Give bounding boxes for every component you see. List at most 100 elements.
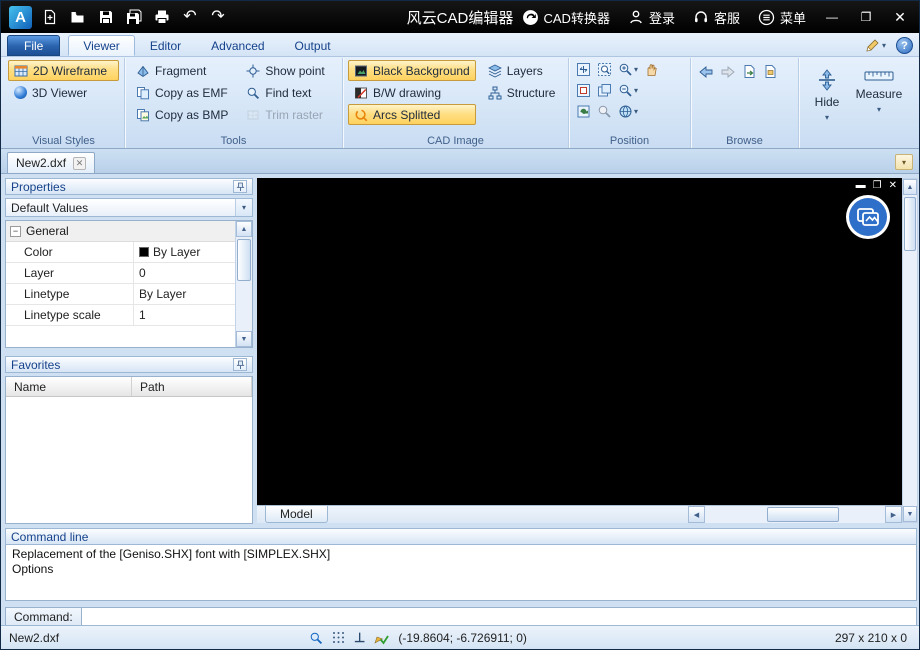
osnap-toggle-button[interactable] (374, 631, 390, 645)
scroll-right-icon[interactable]: ▶ (885, 506, 902, 523)
zoom-out-button[interactable]: ▾ (616, 81, 640, 100)
group-label-position: Position (609, 135, 650, 147)
document-tab[interactable]: New2.dxf ✕ (7, 152, 96, 173)
copy-as-bmp-button[interactable]: Copy as BMP (130, 104, 234, 125)
property-value[interactable]: 0 (134, 263, 235, 283)
copy-as-emf-button[interactable]: Copy as EMF (130, 82, 234, 103)
fragment-button[interactable]: Fragment (130, 60, 234, 81)
drawing-canvas[interactable]: ▬ ❐ ✕ (257, 178, 902, 505)
scrollbar-track[interactable] (903, 195, 917, 506)
collapse-icon[interactable]: − (10, 225, 21, 237)
favorites-list[interactable] (6, 397, 252, 523)
tab-output[interactable]: Output (280, 35, 346, 56)
menu-link[interactable]: 菜单 (751, 5, 813, 30)
snap-grid-toggle-button[interactable] (332, 631, 345, 644)
tab-close-icon[interactable]: ✕ (73, 156, 87, 170)
scroll-down-icon[interactable]: ▼ (903, 506, 917, 522)
fit-to-window-button[interactable] (574, 60, 593, 79)
tab-editor[interactable]: Editor (135, 35, 196, 56)
favorites-column-path[interactable]: Path (132, 377, 252, 396)
preset-combobox[interactable]: Default Values ▾ (5, 198, 253, 217)
scrollbar-thumb[interactable] (904, 197, 916, 251)
scroll-down-icon[interactable]: ▼ (236, 331, 252, 347)
vertical-scrollbar[interactable]: ▲ ▼ (902, 178, 918, 523)
scrollbar-track[interactable] (705, 506, 885, 523)
save-all-button[interactable] (120, 4, 148, 30)
pan-button[interactable] (642, 60, 661, 79)
file-menu-button[interactable]: File (7, 35, 61, 56)
property-row[interactable]: Linetype scale 1 (6, 305, 235, 326)
panel-expand-button[interactable]: ▾ (895, 154, 913, 170)
minimize-button[interactable]: — (817, 4, 847, 30)
cad-converter-link[interactable]: CAD转换器 (515, 5, 617, 30)
zoom-previous-button[interactable] (595, 102, 614, 121)
scroll-up-icon[interactable]: ▲ (903, 179, 917, 195)
property-grid-scrollbar[interactable]: ▲ ▼ (235, 221, 252, 347)
browse-back-button[interactable] (696, 62, 716, 81)
support-link[interactable]: 客服 (686, 5, 747, 30)
print-button[interactable] (148, 4, 176, 30)
zoom-in-button[interactable]: ▾ (616, 60, 640, 79)
property-row[interactable]: Color By Layer (6, 242, 235, 263)
pin-button[interactable] (233, 358, 247, 371)
scrollbar-thumb[interactable] (237, 239, 251, 281)
find-toggle-button[interactable] (309, 631, 323, 645)
structure-button[interactable]: Structure (482, 82, 562, 103)
tab-viewer[interactable]: Viewer (68, 35, 135, 56)
browse-forward-button[interactable] (718, 62, 738, 81)
mdi-minimize-button[interactable]: ▬ (856, 181, 866, 191)
find-text-label: Find text (265, 85, 312, 100)
property-group-row[interactable]: − General (6, 221, 235, 242)
command-input[interactable] (81, 608, 916, 626)
tab-advanced[interactable]: Advanced (196, 35, 279, 56)
open-file-button[interactable] (64, 4, 92, 30)
zoom-extents-button[interactable] (574, 81, 593, 100)
properties-header: Properties (5, 178, 253, 195)
property-row[interactable]: Linetype By Layer (6, 284, 235, 305)
property-value[interactable]: 1 (134, 305, 235, 325)
property-value[interactable]: By Layer (134, 242, 235, 262)
go-to-sheet-button[interactable] (740, 62, 759, 81)
property-row[interactable]: Layer 0 (6, 263, 235, 284)
quick-edit-button[interactable]: ▾ (865, 38, 886, 53)
login-link[interactable]: 登录 (621, 5, 682, 30)
open-location-button[interactable] (761, 62, 780, 81)
scrollbar-thumb[interactable] (767, 507, 839, 522)
black-background-button[interactable]: Black Background (348, 60, 476, 81)
model-tab[interactable]: Model (265, 506, 328, 523)
3d-viewer-button[interactable]: 3D Viewer (8, 82, 119, 103)
redo-button[interactable]: ↷ (204, 4, 232, 30)
zoom-window-button[interactable] (595, 60, 614, 79)
favorites-column-name[interactable]: Name (6, 377, 132, 396)
rotate-view-button[interactable] (574, 102, 593, 121)
scroll-left-icon[interactable]: ◀ (688, 506, 705, 523)
new-file-button[interactable] (36, 4, 64, 30)
close-button[interactable]: ✕ (885, 4, 915, 30)
ortho-toggle-button[interactable]: ⊥ (354, 630, 365, 646)
property-value[interactable]: By Layer (134, 284, 235, 304)
measure-button[interactable]: Measure ▾ (855, 60, 903, 146)
hide-button[interactable]: Hide ▾ (803, 60, 851, 146)
scrollbar-track[interactable] (236, 237, 252, 331)
show-point-button[interactable]: Show point (240, 60, 330, 81)
login-label: 登录 (648, 10, 675, 26)
2d-wireframe-button[interactable]: 2D Wireframe (8, 60, 119, 81)
horizontal-scrollbar[interactable]: ◀ ▶ (688, 506, 902, 523)
mdi-restore-button[interactable]: ❐ (873, 181, 882, 191)
titlebar: A ↶ ↷ 风云CAD编辑器 CAD转换器 登录 客服 菜单 — ❐ ✕ (1, 1, 919, 33)
views-button[interactable]: ▾ (616, 102, 640, 121)
watermark-logo-button[interactable] (845, 194, 891, 240)
scroll-up-icon[interactable]: ▲ (236, 221, 252, 237)
save-button[interactable] (92, 4, 120, 30)
pin-button[interactable] (233, 180, 247, 193)
find-text-button[interactable]: Find text (240, 82, 330, 103)
arcs-splitted-button[interactable]: Arcs Splitted (348, 104, 476, 125)
maximize-button[interactable]: ❐ (851, 4, 881, 30)
trim-raster-button[interactable]: Trim raster (240, 104, 330, 125)
help-button[interactable]: ? (896, 37, 913, 54)
zoom-selected-button[interactable] (595, 81, 614, 100)
undo-button[interactable]: ↶ (176, 4, 204, 30)
mdi-close-button[interactable]: ✕ (889, 181, 897, 191)
layers-button[interactable]: Layers (482, 60, 562, 81)
bw-drawing-button[interactable]: B/W drawing (348, 82, 476, 103)
